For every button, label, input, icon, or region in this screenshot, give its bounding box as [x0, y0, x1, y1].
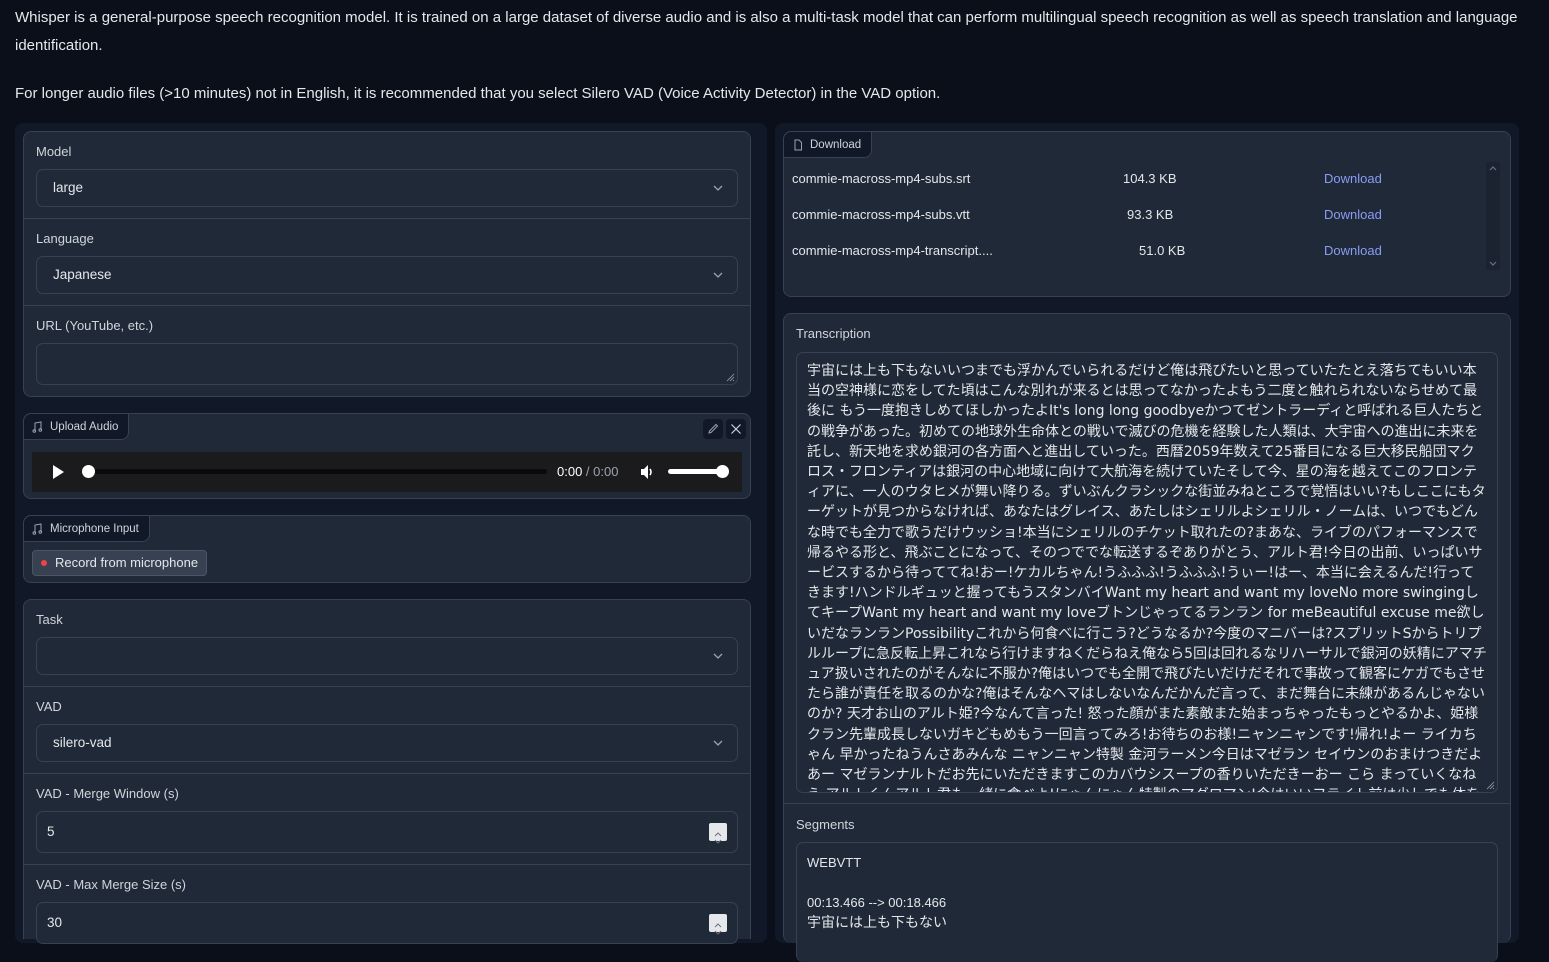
download-link[interactable]: Download: [1324, 233, 1382, 269]
segment-cue-text: 宇宙には上も下もない: [807, 915, 947, 931]
chevron-down-icon: [713, 740, 723, 746]
vad-label: VAD: [36, 699, 62, 714]
edit-button[interactable]: [703, 419, 723, 439]
segments-label: Segments: [796, 817, 855, 832]
url-field: URL (YouTube, etc.): [24, 306, 750, 396]
file-row: commie-macross-mp4-transcript.... 51.0 K…: [792, 233, 1492, 269]
results-panel: Transcription 宇宙には上も下もないいつまでも浮かんでいられるだけど…: [783, 313, 1511, 962]
volume-slider[interactable]: [668, 465, 729, 478]
model-value: large: [53, 180, 84, 195]
number-spinner[interactable]: [709, 823, 727, 844]
source-settings-panel: Model large Language Japanese URL (YouTu…: [23, 131, 751, 397]
volume-fill: [668, 469, 722, 474]
download-link[interactable]: Download: [1324, 197, 1382, 233]
microphone-label: Microphone Input: [50, 522, 139, 535]
language-label: Language: [36, 231, 94, 246]
chevron-down-icon: [713, 272, 723, 278]
download-tab: Download: [784, 132, 873, 158]
task-field: Task: [24, 600, 750, 687]
file-row: commie-macross-mp4-subs.vtt 93.3 KB Down…: [792, 197, 1492, 233]
transcription-label: Transcription: [796, 326, 871, 341]
number-spinner[interactable]: [709, 914, 727, 935]
download-panel: Download commie-macross-mp4-subs.srt 104…: [783, 131, 1511, 297]
segments-field: Segments WEBVTT 00:13.466 --> 00:18.466 …: [784, 804, 1510, 962]
file-row: commie-macross-mp4-subs.srt 104.3 KB Dow…: [792, 161, 1492, 197]
intro-description: Whisper is a general-purpose speech reco…: [15, 4, 1535, 128]
play-icon[interactable]: [50, 464, 66, 480]
vad-max-merge-size-input[interactable]: 30: [36, 902, 738, 944]
vad-merge-window-input[interactable]: 5: [36, 811, 738, 853]
current-time: 0:00: [557, 464, 583, 479]
upload-audio-label: Upload Audio: [50, 420, 119, 433]
segments-textarea[interactable]: WEBVTT 00:13.466 --> 00:18.466 宇宙には上も下もな…: [796, 842, 1498, 962]
file-icon: [794, 139, 802, 150]
vad-dropdown[interactable]: silero-vad: [36, 724, 738, 762]
spinner-arrows-icon: [714, 832, 722, 844]
audio-player: 0:00 / 0:00: [32, 452, 742, 492]
vad-field: VAD silero-vad: [24, 687, 750, 774]
chevron-up-icon[interactable]: [1488, 164, 1498, 174]
model-label: Model: [36, 144, 72, 159]
spinner-arrows-icon: [714, 923, 722, 935]
clear-button[interactable]: [726, 419, 746, 439]
close-icon: [731, 424, 741, 434]
duration: 0:00: [593, 464, 619, 479]
seek-bar[interactable]: [82, 465, 547, 478]
file-name: commie-macross-mp4-transcript....: [792, 243, 993, 258]
intro-paragraph-1: Whisper is a general-purpose speech reco…: [15, 9, 1518, 54]
url-label: URL (YouTube, etc.): [36, 318, 154, 333]
intro-paragraph-2: For longer audio files (>10 minutes) not…: [15, 85, 941, 102]
microphone-tab: Microphone Input: [24, 516, 150, 542]
segments-header: WEBVTT: [807, 855, 862, 870]
vad-merge-window-label: VAD - Merge Window (s): [36, 786, 179, 801]
file-size: 51.0 KB: [1139, 243, 1186, 258]
file-size: 104.3 KB: [1123, 171, 1177, 186]
chevron-down-icon: [713, 185, 723, 191]
file-list-scrollbar[interactable]: [1486, 162, 1500, 270]
language-value: Japanese: [53, 267, 112, 282]
upload-audio-panel: Upload Audio 0:00 / 0:00: [23, 413, 751, 499]
seek-thumb[interactable]: [82, 465, 96, 478]
resize-handle-icon[interactable]: [725, 372, 735, 382]
vad-max-merge-size-value: 30: [47, 915, 63, 930]
time-separator: /: [582, 464, 594, 479]
record-button-label: Record from microphone: [55, 555, 199, 570]
chevron-down-icon: [713, 653, 723, 659]
resize-handle-icon[interactable]: [1485, 780, 1495, 790]
time-display: 0:00 / 0:00: [557, 452, 618, 492]
vad-merge-window-value: 5: [47, 824, 55, 839]
url-input[interactable]: [36, 343, 738, 385]
model-dropdown[interactable]: large: [36, 169, 738, 207]
download-label: Download: [810, 138, 862, 151]
vad-max-merge-size-label: VAD - Max Merge Size (s): [36, 877, 187, 892]
volume-icon[interactable]: [639, 463, 657, 481]
task-settings-panel: Task VAD silero-vad VAD - Merge Window (…: [23, 599, 751, 944]
download-link[interactable]: Download: [1324, 161, 1382, 197]
file-name: commie-macross-mp4-subs.vtt: [792, 207, 970, 222]
transcription-field: Transcription 宇宙には上も下もないいつまでも浮かんでいられるだけど…: [784, 314, 1510, 804]
vad-merge-window-field: VAD - Merge Window (s) 5: [24, 774, 750, 865]
transcription-textarea[interactable]: 宇宙には上も下もないいつまでも浮かんでいられるだけど俺は飛びたいと思っていたたと…: [796, 352, 1498, 793]
vad-value: silero-vad: [53, 735, 112, 750]
file-size: 93.3 KB: [1127, 207, 1174, 222]
music-note-icon: [32, 420, 43, 433]
volume-thumb[interactable]: [716, 465, 729, 478]
pencil-icon: [708, 423, 719, 434]
chevron-down-icon[interactable]: [1488, 258, 1498, 268]
upload-audio-tab: Upload Audio: [24, 414, 130, 440]
file-name: commie-macross-mp4-subs.srt: [792, 171, 971, 186]
language-field: Language Japanese: [24, 219, 750, 306]
record-from-microphone-button[interactable]: Record from microphone: [32, 550, 208, 576]
segment-cue-time: 00:13.466 --> 00:18.466: [807, 895, 947, 910]
record-dot-icon: [41, 560, 47, 566]
microphone-panel: Microphone Input Record from microphone: [23, 515, 751, 583]
vad-max-merge-size-field: VAD - Max Merge Size (s) 30: [24, 865, 750, 945]
task-dropdown[interactable]: [36, 637, 738, 675]
model-field: Model large: [24, 132, 750, 219]
task-label: Task: [36, 612, 63, 627]
transcription-text: 宇宙には上も下もないいつまでも浮かんでいられるだけど俺は飛びたいと思っていたたと…: [807, 363, 1487, 792]
language-dropdown[interactable]: Japanese: [36, 256, 738, 294]
music-note-icon: [32, 522, 43, 535]
